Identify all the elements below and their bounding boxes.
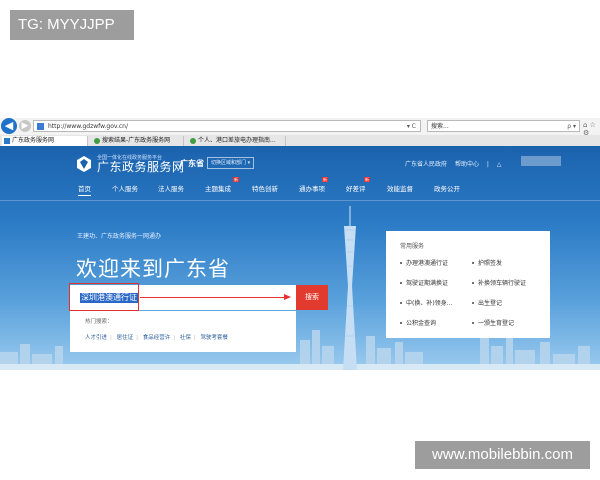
tab-label: 搜索结果-广东政务服务网 (102, 137, 171, 144)
hot-search-label: 热门搜索： (85, 319, 113, 325)
hot-link[interactable]: 居住证 (117, 335, 134, 341)
annotation-arrow (140, 297, 287, 298)
tab-favicon-icon (4, 138, 10, 144)
link-help-center[interactable]: 帮助中心 (455, 161, 479, 168)
watermark-bottom-right: www.mobilebbin.com (415, 441, 590, 469)
service-birth-registration[interactable]: 出生登记 (478, 298, 502, 307)
service-birth-childbearing[interactable]: 一颁生育登记 (478, 318, 514, 327)
hot-search-links: 人才引进 | 居住证 | 食品经营许 | 社保 | 驾驶考套餐 (85, 333, 231, 341)
watermark-top-left: TG: MYYJJPP (10, 10, 134, 40)
region-label: 广东省 (180, 159, 204, 168)
back-arrow-icon[interactable]: ◀ (1, 118, 17, 134)
bullet (472, 322, 474, 324)
browser-address-row: ◀ ▶ http://www.gdzwfw.gov.cn/ ▾ C 搜索... … (0, 118, 600, 137)
service-driver-license-renewal[interactable]: 驾驶证期满换证 (406, 278, 448, 287)
welcome-subtitle: 王建功、广东政务服务一网通办 (77, 233, 162, 240)
gdzwfw-website: 全国一体化在线政务服务平台 广东政务服务网 广东省 切换区域和部门 ▾ 广东省人… (0, 146, 600, 370)
user-account-blurred[interactable] (521, 156, 561, 166)
hot-search-panel: 热门搜索： 人才引进 | 居住证 | 食品经营许 | 社保 | 驾驶考套餐 (70, 311, 296, 352)
tab-search-results[interactable]: 搜索结果-广东政务服务网 (92, 136, 184, 146)
service-vehicle-license[interactable]: 补换领车辆行驶证 (478, 278, 526, 287)
bullet (400, 282, 402, 284)
bullet (400, 302, 402, 304)
new-badge: 新 (322, 177, 328, 182)
annotation-arrow-head (284, 294, 291, 300)
nav-good-bad-review[interactable]: 好差评 (346, 183, 366, 193)
top-links: 广东省人民政府 帮助中心 | △ (405, 159, 507, 168)
bell-icon[interactable]: △ (497, 161, 502, 168)
browser-search-input[interactable]: 搜索... ρ ▾ (427, 120, 580, 132)
logo-title[interactable]: 广东政务服务网 (97, 161, 185, 174)
hot-link[interactable]: 驾驶考套餐 (201, 335, 229, 341)
address-url: http://www.gdzwfw.gov.cn/ (48, 123, 128, 130)
service-id-card[interactable]: 中(换、补)领身… (406, 298, 453, 307)
tab-guide[interactable]: 个人、港口差旅电办理指南... (188, 136, 286, 146)
search-button[interactable]: 搜索 (296, 285, 328, 310)
annotation-highlight-box (69, 283, 139, 311)
link-provincial-gov[interactable]: 广东省人民政府 (405, 161, 447, 168)
browser-search-placeholder: 搜索... (431, 123, 449, 130)
nav-featured-innovation[interactable]: 特色创新 (252, 183, 278, 193)
address-controls[interactable]: ▾ C (407, 121, 416, 133)
hot-link[interactable]: 食品经营许 (143, 335, 171, 341)
new-badge: 新 (233, 177, 239, 182)
site-favicon-icon (37, 123, 44, 130)
common-services-panel: 常用服务 办理港澳通行证 护照签发 驾驶证期满换证 补换领车辆行驶证 中(换、补… (386, 231, 550, 338)
welcome-title: 欢迎来到广东省 (76, 257, 230, 281)
service-hk-macau-pass[interactable]: 办理港澳通行证 (406, 258, 448, 267)
tab-favicon-icon (190, 138, 196, 144)
service-provident-fund[interactable]: 公积金查询 (406, 318, 436, 327)
tab-label: 广东政务服务网 (12, 137, 55, 144)
bullet (472, 302, 474, 304)
tab-favicon-icon (94, 138, 100, 144)
region-switch-dropdown[interactable]: 切换区域和部门 ▾ (207, 157, 255, 169)
separator: | (110, 335, 112, 341)
hot-link[interactable]: 人才引进 (85, 335, 107, 341)
nav-personal-services[interactable]: 个人服务 (112, 183, 138, 193)
tab-gdzwfw[interactable]: 广东政务服务网 (2, 136, 88, 146)
nav-universal-matters[interactable]: 通办事项 (299, 183, 325, 193)
services-title: 常用服务 (400, 243, 425, 250)
tab-label: 个人、港口差旅电办理指南... (198, 137, 276, 144)
hot-link[interactable]: 社保 (180, 335, 191, 341)
bullet (472, 262, 474, 264)
forward-arrow-icon[interactable]: ▶ (19, 120, 31, 132)
separator: | (193, 335, 196, 341)
nav-government-disclosure[interactable]: 政务公开 (434, 183, 460, 193)
nav-home[interactable]: 首页 (78, 183, 91, 196)
new-badge: 新 (364, 177, 370, 182)
address-bar[interactable]: http://www.gdzwfw.gov.cn/ ▾ C (33, 120, 421, 132)
separator: | (173, 335, 176, 341)
bullet (400, 322, 402, 324)
top-links-divider: | (486, 161, 489, 168)
service-passport[interactable]: 护照签发 (478, 258, 502, 267)
canton-tower-illustration (343, 206, 357, 370)
gdzwfw-logo-icon (77, 156, 91, 172)
bullet (400, 262, 402, 264)
nav-theme-integration[interactable]: 主题集成 (205, 183, 231, 193)
search-magnifier-icon[interactable]: ρ ▾ (567, 121, 576, 133)
nav-efficiency-supervision[interactable]: 效能监督 (387, 183, 413, 193)
nav-divider (0, 200, 600, 201)
bullet (472, 282, 474, 284)
separator: | (136, 335, 138, 341)
nav-legal-entity-services[interactable]: 法人服务 (158, 183, 184, 193)
